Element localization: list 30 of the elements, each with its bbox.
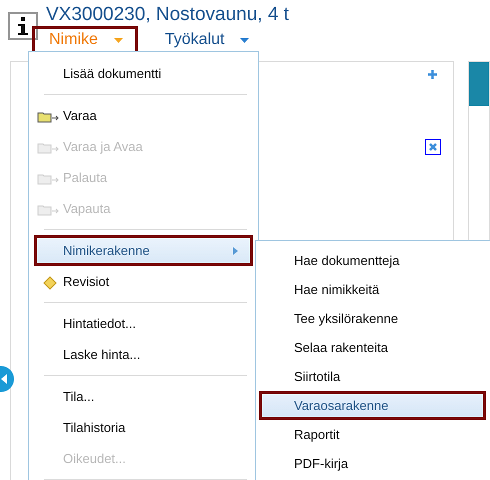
submenu-item[interactable]: Hae dokumentteja <box>259 246 486 275</box>
menu-item[interactable]: Varaa <box>34 100 253 131</box>
close-button[interactable] <box>425 139 441 155</box>
menu-item[interactable]: Hintatiedot... <box>34 308 253 339</box>
menu-item[interactable]: Tila... <box>34 381 253 412</box>
diamond-icon <box>43 276 57 290</box>
menu-item[interactable]: Laske hinta... <box>34 339 253 370</box>
close-icon <box>429 143 437 151</box>
caret-icon <box>114 38 123 42</box>
menu-item[interactable]: Nimikerakenne <box>34 235 253 266</box>
caret-icon <box>240 38 250 42</box>
folder-icon <box>37 110 59 124</box>
submenu-item[interactable]: Varaosarakenne <box>259 391 486 420</box>
window-title: VX3000230, Nostovaunu, 4 t <box>46 4 289 26</box>
submenu-item[interactable]: Selaa rakenteita <box>259 333 486 362</box>
folder-icon <box>37 203 59 217</box>
menu-bar-item[interactable]: Työkalut <box>148 26 264 55</box>
folder-icon <box>37 141 59 155</box>
menu-item[interactable]: Lisää dokumentti <box>34 58 253 89</box>
add-icon[interactable] <box>428 70 437 79</box>
menu-item[interactable]: Tilahistoria <box>34 412 253 443</box>
submenu-item[interactable]: Hae nimikkeitä <box>259 275 486 304</box>
submenu-item[interactable]: Tee yksilörakenne <box>259 304 486 333</box>
submenu-arrow-icon <box>233 247 238 255</box>
submenu-item[interactable]: Raportit <box>259 420 486 449</box>
submenu-item[interactable]: PDF-kirja <box>259 449 486 478</box>
submenu-item[interactable]: Siirtotila <box>259 362 486 391</box>
folder-icon <box>37 172 59 186</box>
info-icon <box>8 12 38 40</box>
menu-item[interactable]: Revisiot <box>34 266 253 297</box>
